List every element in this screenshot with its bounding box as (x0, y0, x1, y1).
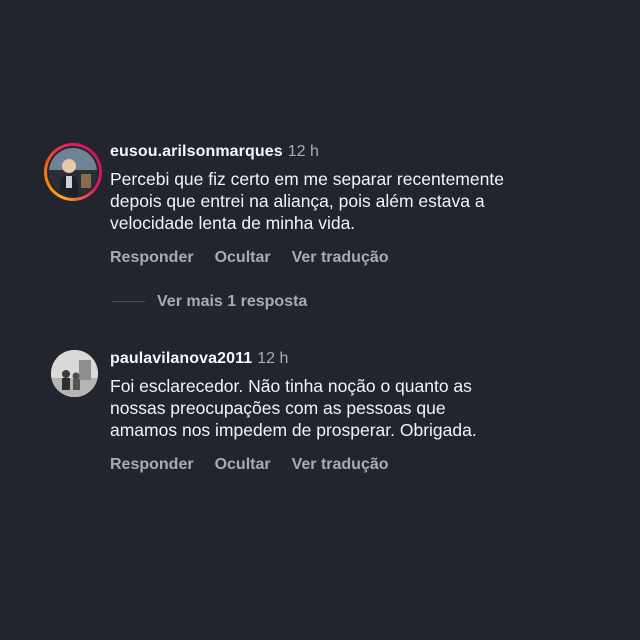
comment-line: nossas preocupações com as pessoas que (110, 398, 446, 418)
translate-button[interactable]: Ver tradução (292, 456, 389, 473)
hide-button[interactable]: Ocultar (215, 456, 271, 473)
comment-actions: Responder Ocultar Ver tradução (110, 249, 410, 267)
avatar-story-ring[interactable] (44, 143, 102, 201)
timestamp: 12 h (287, 143, 319, 160)
reply-button[interactable]: Responder (110, 249, 194, 266)
comment-text: Percebi que fiz certo em me separar rece… (110, 168, 610, 234)
comment-line: depois que entrei na aliança, pois além … (110, 191, 485, 211)
comment-header: eusou.arilsonmarques 12 h (110, 143, 319, 161)
reply-button[interactable]: Responder (110, 456, 194, 473)
avatar-photo-icon (49, 148, 97, 196)
avatar[interactable] (49, 148, 97, 196)
comment-line: amamos nos impedem de prosperar. Obrigad… (110, 420, 477, 440)
username[interactable]: eusou.arilsonmarques (110, 143, 283, 160)
comment-line: velocidade lenta de minha vida. (110, 213, 356, 233)
avatar-photo-icon (51, 350, 98, 397)
comment-line: Foi esclarecedor. Não tinha noção o quan… (110, 376, 472, 396)
comment-actions: Responder Ocultar Ver tradução (110, 456, 410, 474)
view-more-replies-label: Ver mais 1 resposta (157, 293, 308, 310)
username[interactable]: paulavilanova2011 (110, 350, 252, 367)
hide-button[interactable]: Ocultar (215, 249, 271, 266)
timestamp: 12 h (257, 350, 289, 367)
comment-1: eusou.arilsonmarques 12 h Percebi que fiz… (0, 143, 640, 283)
comment-header: paulavilanova2011 12 h (110, 350, 288, 368)
avatar[interactable] (51, 350, 98, 397)
comment-text: Foi esclarecedor. Não tinha noção o quan… (110, 375, 610, 441)
translate-button[interactable]: Ver tradução (292, 249, 389, 266)
thread-divider (112, 301, 145, 303)
view-more-replies-button[interactable]: Ver mais 1 resposta (112, 293, 307, 311)
comment-line: Percebi que fiz certo em me separar rece… (110, 169, 504, 189)
comment-2: paulavilanova2011 12 h Foi esclarecedor. … (0, 350, 640, 490)
